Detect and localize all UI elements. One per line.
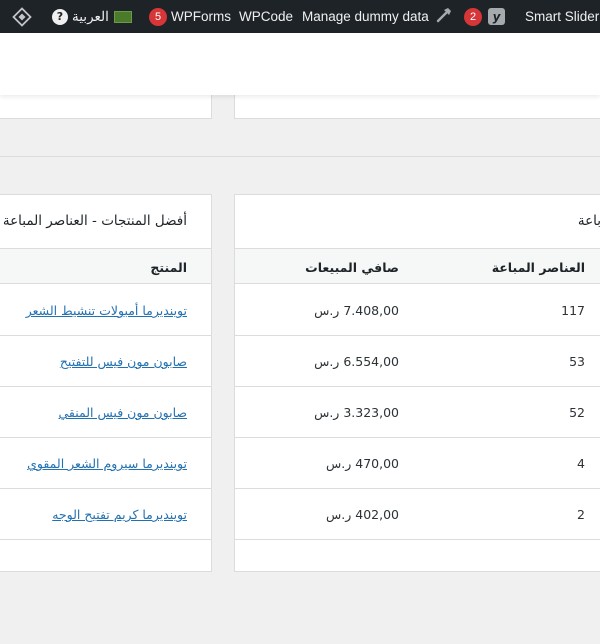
dummy-label: Manage dummy data <box>302 9 429 24</box>
net-sales-value: 6.554,00 ر.س <box>314 354 399 369</box>
top-products-panel: أفضل المنتجات - العناصر المباعة المنتج ت… <box>0 194 212 572</box>
wpcode-label: WPCode <box>239 9 294 24</box>
table-row: صابون مون فيس للتفتيح <box>0 336 211 387</box>
table-row: توينديرما سيروم الشعر المقوي <box>0 438 211 489</box>
smart-slider-label: Smart Slider <box>525 9 600 24</box>
hammer-icon <box>435 6 453 28</box>
yoast-icon: y <box>488 8 505 25</box>
product-link[interactable]: صابون مون فيس للتفتيح <box>60 354 187 369</box>
flag-icon <box>113 10 132 23</box>
language-switcher[interactable]: العربية <box>72 0 132 33</box>
product-link[interactable]: توينديرما كريم تفتيح الوجه <box>52 507 187 522</box>
table-header: المنتج <box>0 248 211 284</box>
net-sales-value: 3.323,00 ر.س <box>314 405 399 420</box>
panel-title: باعة <box>577 213 600 229</box>
wpforms-menu[interactable]: 5 WPForms <box>149 0 231 33</box>
table-row: 2 402,00 ر.س <box>235 489 600 540</box>
product-link[interactable]: صابون مون فيس المنقي <box>59 405 188 420</box>
net-sales-value: 470,00 ر.س <box>326 456 399 471</box>
yoast-count-badge: 2 <box>464 7 482 26</box>
column-header-net-sales[interactable]: صافي المبيعات <box>305 249 399 285</box>
net-sales-value: 7.408,00 ر.س <box>314 303 399 318</box>
panel-title: أفضل المنتجات - العناصر المباعة <box>2 213 187 229</box>
table-row: صابون مون فيس المنقي <box>0 387 211 438</box>
table-row: توينديرما أمبولات تنشيط الشعر <box>0 285 211 336</box>
smart-slider-menu[interactable]: Smart Slider <box>525 0 599 33</box>
wpforms-label: WPForms <box>171 9 231 24</box>
items-sold-panel: باعة العناصر المباعة صافي المبيعات 117 7… <box>234 194 600 572</box>
product-link[interactable]: توينديرما سيروم الشعر المقوي <box>27 456 187 471</box>
items-sold-value: 52 <box>569 405 585 420</box>
wpforms-count-badge: 5 <box>149 7 167 26</box>
section-divider <box>0 156 600 157</box>
column-header-product[interactable]: المنتج <box>150 249 187 285</box>
manage-dummy-data-menu[interactable]: Manage dummy data <box>302 0 453 33</box>
items-sold-value: 2 <box>577 507 585 522</box>
items-sold-value: 4 <box>577 456 585 471</box>
items-sold-value: 117 <box>561 303 585 318</box>
items-sold-value: 53 <box>569 354 585 369</box>
wpcode-menu[interactable]: WPCode <box>239 0 293 33</box>
admin-bar: ? العربية 5 WPForms WPCode Manage dummy … <box>0 0 600 33</box>
product-link[interactable]: توينديرما أمبولات تنشيط الشعر <box>26 303 187 318</box>
table-row: 53 6.554,00 ر.س <box>235 336 600 387</box>
net-sales-value: 402,00 ر.س <box>326 507 399 522</box>
yoast-menu[interactable]: 2 y <box>464 0 505 33</box>
column-header-items-sold[interactable]: العناصر المباعة <box>492 249 585 285</box>
wp-logo-icon[interactable] <box>12 0 32 33</box>
table-header: العناصر المباعة صافي المبيعات <box>235 248 600 284</box>
table-row: 117 7.408,00 ر.س <box>235 285 600 336</box>
help-icon[interactable]: ? <box>52 0 68 33</box>
language-label: العربية <box>72 8 109 24</box>
table-row: توينديرما كريم تفتيح الوجه <box>0 489 211 540</box>
table-row: 52 3.323,00 ر.س <box>235 387 600 438</box>
table-row: 4 470,00 ر.س <box>235 438 600 489</box>
page-header <box>0 33 600 95</box>
